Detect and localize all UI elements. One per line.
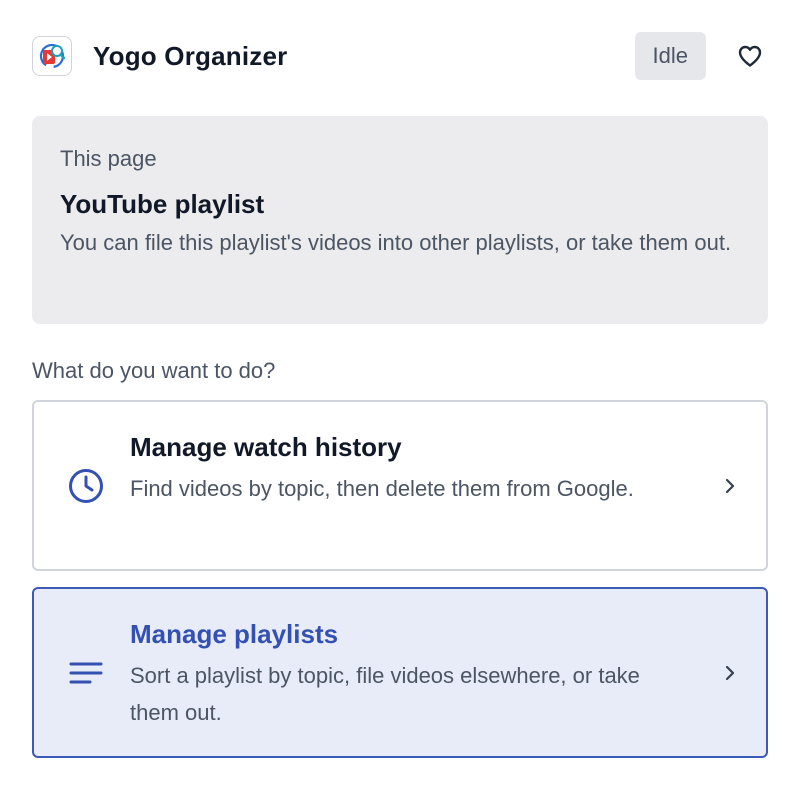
option-title: Manage watch history xyxy=(130,432,402,462)
app-title: Yogo Organizer xyxy=(93,40,288,71)
option-description: Sort a playlist by topic, file videos el… xyxy=(130,663,640,725)
header: Yogo Organizer Idle xyxy=(32,32,768,80)
favorite-button[interactable] xyxy=(726,32,774,80)
page-context-card: This page YouTube playlist You can file … xyxy=(32,116,768,324)
yogo-logo-icon xyxy=(32,36,72,76)
option-title: Manage playlists xyxy=(130,619,339,649)
chevron-right-icon xyxy=(718,474,742,498)
list-icon xyxy=(66,653,106,693)
status-badge: Idle xyxy=(634,32,706,80)
heart-icon xyxy=(738,45,762,67)
manage-watch-history-option[interactable]: Manage watch history Find videos by topi… xyxy=(32,400,768,571)
action-prompt: What do you want to do? xyxy=(32,358,276,383)
app-root: Yogo Organizer Idle This page YouTube pl… xyxy=(0,0,800,788)
chevron-right-icon xyxy=(718,661,742,685)
context-title: YouTube playlist xyxy=(60,189,265,219)
context-description: You can file this playlist's videos into… xyxy=(60,230,732,255)
option-description: Find videos by topic, then delete them f… xyxy=(130,476,634,501)
manage-playlists-option[interactable]: Manage playlists Sort a playlist by topi… xyxy=(32,587,768,758)
clock-icon xyxy=(66,466,106,506)
context-eyebrow: This page xyxy=(60,146,157,171)
